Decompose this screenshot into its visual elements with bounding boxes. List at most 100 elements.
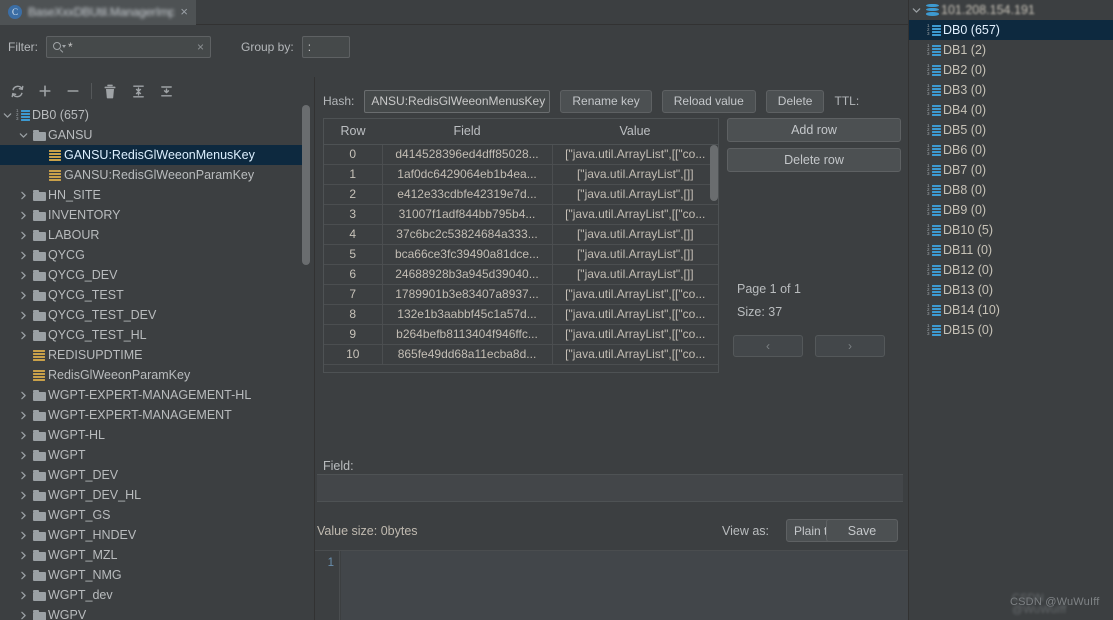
tree-node[interactable]: QYCG_TEST_DEV	[0, 305, 310, 325]
reload-value-button[interactable]: Reload value	[661, 89, 756, 113]
value-cell[interactable]: ["java.util.ArrayList",[["co...	[552, 204, 718, 225]
redis-key-tree[interactable]: 1 2 3 DB0 (657) GANSU GANSU:RedisGlWeeonMenus…	[0, 105, 310, 620]
tree-node[interactable]: WGPT_DEV_HL	[0, 485, 310, 505]
column-header[interactable]: Value	[552, 119, 718, 145]
chevron-right-icon[interactable]	[16, 471, 30, 480]
chevron-down-icon[interactable]	[909, 6, 923, 15]
field-cell[interactable]: bca66ce3fc39490a81dce...	[382, 244, 553, 265]
tree-node[interactable]: WGPT_DEV	[0, 465, 310, 485]
field-cell[interactable]: 24688928b3a945d39040...	[382, 264, 553, 285]
tree-node[interactable]: QYCG	[0, 245, 310, 265]
tree-node[interactable]: WGPT	[0, 445, 310, 465]
database-node[interactable]: 1 2 3 DB0 (657)	[909, 20, 1113, 40]
database-node[interactable]: 1 2 3 DB13 (0)	[909, 280, 1113, 300]
table-scrollbar[interactable]	[710, 145, 718, 201]
refresh-icon[interactable]	[4, 79, 30, 103]
table-row[interactable]: 5 bca66ce3fc39490a81dce... ["java.util.Arr…	[324, 244, 718, 265]
database-node[interactable]: 1 2 3 DB5 (0)	[909, 120, 1113, 140]
editor-text-area[interactable]	[341, 551, 909, 620]
value-cell[interactable]: ["java.util.ArrayList",[["co...	[552, 324, 718, 345]
tree-node[interactable]: WGPV	[0, 605, 310, 620]
field-cell[interactable]: 132e1b3aabbf45c1a57d...	[382, 304, 553, 325]
chevron-right-icon[interactable]	[16, 531, 30, 540]
chevron-right-icon[interactable]	[16, 331, 30, 340]
table-row[interactable]: 10 865fe49dd68a11ecba8d... ["java.util.Arr…	[324, 344, 718, 365]
add-row-button[interactable]: Add row	[727, 118, 901, 142]
field-cell[interactable]: b264befb8113404f946ffc...	[382, 324, 553, 345]
chevron-right-icon[interactable]	[16, 511, 30, 520]
editor-tab[interactable]: C BaseXxxDBUtil.ManagerImpl.java ×	[0, 0, 196, 25]
row-index-cell[interactable]: 3	[324, 204, 383, 225]
remove-icon[interactable]	[60, 79, 86, 103]
tree-node[interactable]: HN_SITE	[0, 185, 310, 205]
tree-node[interactable]: WGPT-EXPERT-MANAGEMENT-HL	[0, 385, 310, 405]
field-cell[interactable]: 31007f1adf844bb795b4...	[382, 204, 553, 225]
field-cell[interactable]: d414528396ed4dff85028...	[382, 144, 553, 165]
tree-node[interactable]: WGPT_HNDEV	[0, 525, 310, 545]
key-filter-input[interactable]: * ×	[46, 36, 211, 58]
row-index-cell[interactable]: 0	[324, 144, 383, 165]
chevron-right-icon[interactable]	[16, 251, 30, 260]
column-header[interactable]: Row	[324, 119, 382, 145]
chevron-right-icon[interactable]	[16, 431, 30, 440]
tree-scrollbar[interactable]	[302, 105, 310, 265]
tree-node[interactable]: WGPT-EXPERT-MANAGEMENT	[0, 405, 310, 425]
chevron-right-icon[interactable]	[16, 491, 30, 500]
database-node[interactable]: 1 2 3 DB1 (2)	[909, 40, 1113, 60]
row-index-cell[interactable]: 5	[324, 244, 383, 265]
row-index-cell[interactable]: 7	[324, 284, 383, 305]
database-node[interactable]: 1 2 3 DB6 (0)	[909, 140, 1113, 160]
value-cell[interactable]: ["java.util.ArrayList",[["co...	[552, 344, 718, 365]
database-list-panel[interactable]: 101.208.154.191 1 2 3 DB0 (657) 1 2 3 DB1 (2) 1 2 3…	[908, 0, 1113, 620]
value-editor[interactable]: 1	[315, 550, 909, 620]
column-header[interactable]: Field	[382, 119, 552, 145]
tree-node[interactable]: QYCG_TEST_HL	[0, 325, 310, 345]
tree-node[interactable]: WGPT_NMG	[0, 565, 310, 585]
value-cell[interactable]: ["java.util.ArrayList",[]]	[552, 224, 718, 245]
chevron-right-icon[interactable]	[16, 591, 30, 600]
chevron-right-icon[interactable]	[16, 211, 30, 220]
tree-node[interactable]: 1 2 3 DB0 (657)	[0, 105, 310, 125]
chevron-right-icon[interactable]	[16, 291, 30, 300]
field-cell[interactable]: 1af0dc6429064eb1b4ea...	[382, 164, 553, 185]
row-index-cell[interactable]: 9	[324, 324, 383, 345]
add-icon[interactable]	[32, 79, 58, 103]
value-cell[interactable]: ["java.util.ArrayList",[["co...	[552, 144, 718, 165]
table-row[interactable]: 7 1789901b3e83407a8937... ["java.util.Arra…	[324, 284, 718, 305]
value-cell[interactable]: ["java.util.ArrayList",[]]	[552, 184, 718, 205]
value-cell[interactable]: ["java.util.ArrayList",[["co...	[552, 284, 718, 305]
tree-node[interactable]: REDISUPDTIME	[0, 345, 310, 365]
database-node[interactable]: 1 2 3 DB8 (0)	[909, 180, 1113, 200]
table-row[interactable]: 9 b264befb8113404f946ffc... ["java.util.Ar…	[324, 324, 718, 345]
tree-node[interactable]: LABOUR	[0, 225, 310, 245]
server-node[interactable]: 101.208.154.191	[909, 0, 1113, 20]
database-node[interactable]: 1 2 3 DB4 (0)	[909, 100, 1113, 120]
expand-all-icon[interactable]	[125, 79, 151, 103]
database-node[interactable]: 1 2 3 DB2 (0)	[909, 60, 1113, 80]
database-node[interactable]: 1 2 3 DB3 (0)	[909, 80, 1113, 100]
chevron-right-icon[interactable]	[16, 231, 30, 240]
field-cell[interactable]: 1789901b3e83407a8937...	[382, 284, 553, 305]
row-index-cell[interactable]: 6	[324, 264, 383, 285]
database-node[interactable]: 1 2 3 DB10 (5)	[909, 220, 1113, 240]
field-cell[interactable]: 865fe49dd68a11ecba8d...	[382, 344, 553, 365]
value-cell[interactable]: ["java.util.ArrayList",[]]	[552, 244, 718, 265]
chevron-right-icon[interactable]	[16, 411, 30, 420]
field-cell[interactable]: e412e33cdbfe42319e7d...	[382, 184, 553, 205]
field-input[interactable]	[317, 474, 903, 502]
chevron-right-icon[interactable]	[16, 571, 30, 580]
table-row[interactable]: 0 d414528396ed4dff85028... ["java.util.Arr…	[324, 144, 718, 165]
chevron-right-icon[interactable]	[16, 271, 30, 280]
tree-node[interactable]: QYCG_TEST	[0, 285, 310, 305]
tree-node[interactable]: INVENTORY	[0, 205, 310, 225]
table-row[interactable]: 1 1af0dc6429064eb1b4ea... ["java.util.Arra…	[324, 164, 718, 185]
tree-node[interactable]: GANSU	[0, 125, 310, 145]
row-index-cell[interactable]: 8	[324, 304, 383, 325]
row-index-cell[interactable]: 1	[324, 164, 383, 185]
value-cell[interactable]: ["java.util.ArrayList",[["co...	[552, 304, 718, 325]
hash-table[interactable]: Row Field Value 0 d414528396ed4dff85028...[…	[323, 118, 719, 373]
row-index-cell[interactable]: 2	[324, 184, 383, 205]
clear-filter-icon[interactable]: ×	[197, 41, 204, 53]
tree-node[interactable]: WGPT_MZL	[0, 545, 310, 565]
chevron-down-icon[interactable]	[0, 111, 14, 120]
